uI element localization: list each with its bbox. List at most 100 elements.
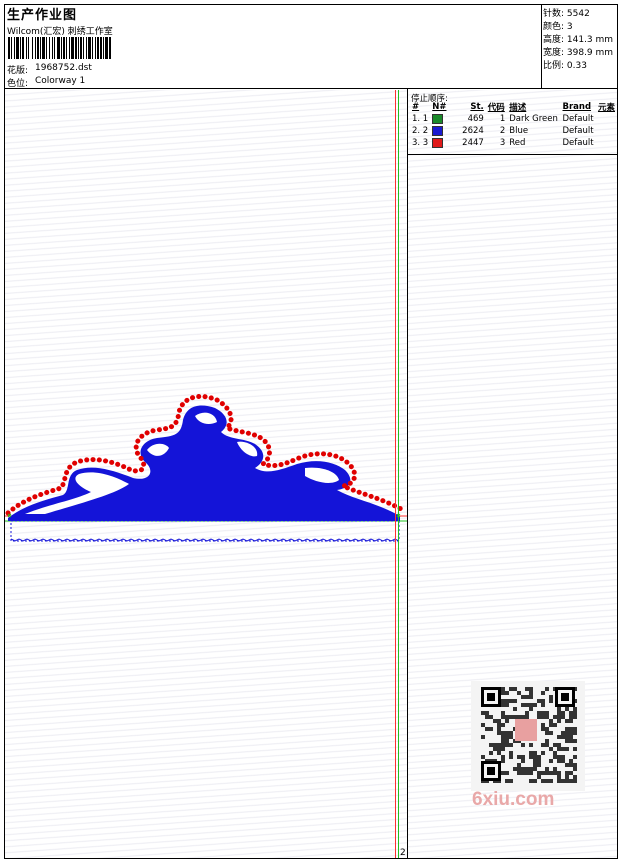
- qr-module: [533, 779, 537, 783]
- qr-module: [481, 711, 485, 715]
- qr-module: [573, 755, 577, 759]
- base-band: [10, 520, 400, 542]
- qr-module: [521, 715, 525, 719]
- qr-module: [545, 739, 549, 743]
- row-code: 1: [499, 114, 506, 124]
- qr-module: [481, 755, 485, 759]
- col-index: #: [412, 102, 420, 112]
- qr-module: [549, 759, 553, 763]
- row-description: Red: [509, 138, 526, 148]
- row-brand: Default: [562, 114, 594, 124]
- row-brand: Default: [562, 138, 594, 148]
- qr-module: [533, 755, 537, 759]
- qr-module: [517, 763, 521, 767]
- qr-module: [549, 719, 553, 723]
- qr-module: [501, 735, 505, 739]
- embroidery-preview: [5, 394, 407, 542]
- col-element: 元素: [597, 103, 615, 113]
- qr-module: [497, 731, 501, 735]
- qr-module: [537, 699, 541, 703]
- qr-module: [573, 747, 577, 751]
- qr-module: [501, 739, 505, 743]
- qr-module: [541, 715, 545, 719]
- qr-module: [505, 771, 509, 775]
- row-index: 3. 3: [412, 138, 429, 148]
- qr-module: [525, 695, 529, 699]
- qr-module: [517, 755, 521, 759]
- color-swatch: [430, 113, 453, 125]
- qr-module: [553, 771, 557, 775]
- qr-module: [561, 715, 565, 719]
- qr-module: [569, 779, 573, 783]
- qr-module: [513, 707, 517, 711]
- qr-module: [533, 751, 537, 755]
- page-number: 2: [400, 848, 406, 858]
- qr-module: [501, 771, 505, 775]
- qr-module: [509, 699, 513, 703]
- qr-module: [537, 715, 541, 719]
- qr-module: [565, 719, 569, 723]
- qr-module: [497, 719, 501, 723]
- qr-module: [525, 771, 529, 775]
- qr-module: [481, 723, 485, 727]
- sequence-row[interactable]: 3. 3 2447 3 Red Default: [410, 137, 617, 149]
- qr-module: [525, 703, 529, 707]
- qr-module: [509, 687, 513, 691]
- qr-module: [501, 691, 505, 695]
- qr-module: [509, 731, 513, 735]
- qr-module: [549, 723, 553, 727]
- row-description: Blue: [509, 126, 529, 136]
- qr-module: [497, 743, 501, 747]
- qr-module: [569, 715, 573, 719]
- row-stitches: 469: [467, 114, 484, 124]
- qr-module: [529, 771, 533, 775]
- qr-module: [573, 767, 577, 771]
- qr-module: [509, 743, 513, 747]
- sequence-row[interactable]: 2. 2 2624 2 Blue Default: [410, 125, 617, 137]
- qr-module: [545, 711, 549, 715]
- thread-color-swatch: [432, 137, 444, 148]
- qr-module: [545, 687, 549, 691]
- qr-module: [541, 703, 545, 707]
- qr-module: [529, 743, 533, 747]
- qr-module: [569, 719, 573, 723]
- qr-module: [489, 727, 493, 731]
- qr-code: [471, 681, 585, 791]
- qr-module: [569, 727, 573, 731]
- qr-module: [501, 687, 505, 691]
- qr-module: [537, 711, 541, 715]
- qr-module: [501, 711, 505, 715]
- qr-module: [565, 771, 569, 775]
- col-brand: Brand: [562, 102, 592, 112]
- qr-module: [541, 699, 545, 703]
- qr-module: [573, 731, 577, 735]
- qr-module: [541, 743, 545, 747]
- qr-module: [537, 763, 541, 767]
- thread-color-swatch: [432, 125, 444, 136]
- col-needle: N#: [432, 102, 447, 112]
- qr-module: [545, 771, 549, 775]
- sequence-row[interactable]: 1. 1 469 1 Dark Green Default: [410, 113, 617, 125]
- qr-module: [541, 751, 545, 755]
- qr-module: [533, 759, 537, 763]
- qr-logo: [515, 719, 537, 741]
- design-canvas[interactable]: [5, 90, 407, 858]
- qr-finder-center: [487, 693, 495, 701]
- stat-stitches: 针数: 5542: [543, 9, 590, 19]
- qr-finder-center: [561, 693, 569, 701]
- qr-module: [513, 767, 517, 771]
- qr-module: [525, 715, 529, 719]
- qr-module: [569, 763, 573, 767]
- qr-module: [565, 735, 569, 739]
- qr-module: [537, 759, 541, 763]
- qr-module: [573, 711, 577, 715]
- qr-module: [549, 699, 553, 703]
- qr-module: [493, 747, 497, 751]
- qr-module: [529, 687, 533, 691]
- sequence-table: # N# St. 代码 描述 Brand 元素 1. 1 469 1 Dark Gre…: [410, 101, 617, 149]
- qr-module: [501, 731, 505, 735]
- qr-module: [557, 735, 561, 739]
- watermark: 6xiu.com: [472, 789, 555, 810]
- col-description: 描述: [509, 103, 527, 113]
- qr-module: [553, 723, 557, 727]
